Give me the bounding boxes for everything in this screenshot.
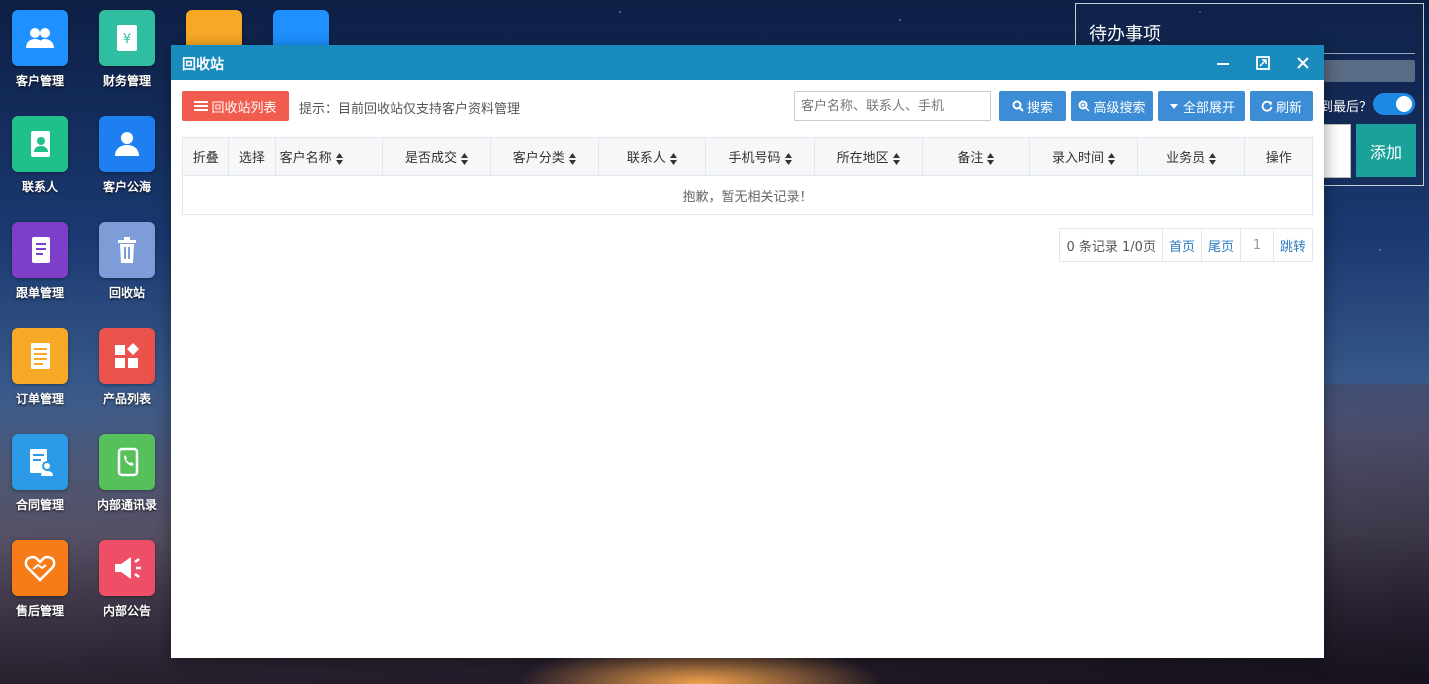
customers-icon — [12, 10, 68, 66]
sort-icon — [568, 152, 576, 165]
orders-icon — [12, 328, 68, 384]
desktop-icon-customers[interactable]: 客户管理 — [0, 10, 80, 89]
list-icon — [194, 101, 209, 111]
pagination: 0 条记录 1/0页 首页 尾页 1 跳转 — [1059, 228, 1313, 262]
column-header-customer-name[interactable]: 客户名称 — [274, 137, 384, 176]
desktop-icon-after-sales[interactable]: 售后管理 — [0, 540, 80, 619]
expand-all-label: 全部展开 — [1182, 100, 1235, 116]
advanced-search-label: 高级搜索 — [1093, 100, 1146, 116]
search-input[interactable] — [794, 91, 991, 121]
column-header-actions: 操作 — [1244, 137, 1313, 176]
hint-text: 提示：目前回收站仅支持客户资料管理 — [299, 102, 521, 117]
desktop-icon-follow-up[interactable]: 跟单管理 — [0, 222, 80, 301]
desktop-icon-label: 联系人 — [21, 180, 58, 194]
sort-icon — [1209, 152, 1217, 165]
desktop-icon-label: 客户公海 — [102, 180, 151, 194]
desktop-icon-label: 跟单管理 — [15, 286, 64, 300]
column-header-select: 选择 — [228, 137, 276, 176]
table-header-row: 折叠 选择 客户名称 是否成交 客户分类 联系人 手机号码 所在地区 备注 录入… — [181, 137, 1313, 176]
desktop-icon-label: 内部公告 — [102, 604, 151, 618]
maximize-icon[interactable] — [1253, 53, 1273, 73]
sort-icon — [461, 152, 469, 165]
desktop-icon-announcements[interactable]: 内部公告 — [87, 540, 167, 619]
window-title: 回收站 — [182, 57, 224, 73]
todo-question: 到最后？ — [1320, 100, 1373, 115]
zoom-in-icon — [1078, 100, 1091, 112]
close-icon[interactable] — [1293, 53, 1313, 73]
recycle-list-button[interactable]: 回收站列表 — [182, 91, 289, 121]
toolbar: 回收站列表 提示：目前回收站仅支持客户资料管理 搜索 高级搜索 全部展开 刷新 — [182, 91, 1313, 123]
desktop-icon-label: 内部通讯录 — [96, 498, 157, 512]
desktop-icon-finance[interactable]: ¥ 财务管理 — [87, 10, 167, 89]
desktop-icon-label: 回收站 — [108, 286, 145, 300]
trash-icon — [99, 222, 155, 278]
advanced-search-button[interactable]: 高级搜索 — [1071, 91, 1153, 121]
last-page-link[interactable]: 尾页 — [1202, 229, 1241, 261]
recycle-bin-window: 回收站 回收站列表 提示：目前回收站仅支持客户资料管理 搜索 高级搜索 全部展开 — [171, 45, 1324, 658]
todo-toggle[interactable] — [1373, 93, 1415, 115]
add-todo-button[interactable]: 添加 — [1356, 124, 1416, 177]
desktop-icon-orders[interactable]: 订单管理 — [0, 328, 80, 407]
sort-icon — [784, 152, 792, 165]
search-button[interactable]: 搜索 — [999, 91, 1066, 121]
desktop-icon-label: 产品列表 — [102, 392, 151, 406]
column-header-category[interactable]: 客户分类 — [489, 137, 599, 176]
todo-input-bar[interactable] — [1324, 60, 1415, 82]
finance-icon: ¥ — [99, 10, 155, 66]
sort-icon — [1108, 152, 1115, 165]
first-page-link[interactable]: 首页 — [1163, 229, 1202, 261]
desktop-icon-label: 合同管理 — [15, 498, 64, 512]
table-empty-row: 抱歉，暂无相关记录！ — [182, 175, 1313, 215]
desktop-icon-contracts[interactable]: 合同管理 — [0, 434, 80, 513]
expand-all-button[interactable]: 全部展开 — [1158, 91, 1245, 121]
minimize-icon[interactable] — [1213, 53, 1233, 73]
column-header-notes[interactable]: 备注 — [921, 137, 1031, 176]
caret-down-icon — [1169, 104, 1178, 109]
search-label: 搜索 — [1026, 100, 1053, 116]
window-header[interactable]: 回收站 — [171, 45, 1324, 80]
desktop-icon-label: 客户管理 — [15, 74, 64, 88]
refresh-button[interactable]: 刷新 — [1250, 91, 1313, 121]
customer-pool-icon — [99, 116, 155, 172]
sort-icon — [892, 152, 900, 165]
desktop-icon-phonebook[interactable]: 内部通讯录 — [87, 434, 167, 513]
desktop-icon-label: 财务管理 — [102, 74, 151, 88]
desktop-icon-recycle-bin[interactable]: 回收站 — [87, 222, 167, 301]
desktop-icon-label: 订单管理 — [15, 392, 64, 406]
contract-icon — [12, 434, 68, 490]
sort-icon — [987, 152, 995, 165]
desktop-icon-customer-pool[interactable]: 客户公海 — [87, 116, 167, 195]
refresh-label: 刷新 — [1275, 100, 1302, 116]
todo-textarea[interactable] — [1324, 124, 1351, 178]
search-icon — [1012, 100, 1024, 112]
refresh-icon — [1261, 100, 1273, 112]
pagination-info: 0 条记录 1/0页 — [1060, 229, 1163, 261]
column-header-deal-closed[interactable]: 是否成交 — [382, 137, 491, 176]
page-number-input[interactable]: 1 — [1241, 229, 1274, 261]
contacts-icon — [12, 116, 68, 172]
phonebook-icon — [99, 434, 155, 490]
sort-icon — [669, 152, 677, 165]
products-icon — [99, 328, 155, 384]
follow-up-icon — [12, 222, 68, 278]
sort-icon — [335, 152, 343, 165]
column-header-salesperson[interactable]: 业务员 — [1136, 137, 1246, 176]
recycle-list-label: 回收站列表 — [211, 99, 277, 115]
after-sales-icon — [12, 540, 68, 596]
desktop-icon-label: 售后管理 — [15, 604, 64, 618]
empty-message: 抱歉，暂无相关记录！ — [182, 175, 1313, 215]
toggle-knob — [1396, 96, 1412, 112]
column-header-phone[interactable]: 手机号码 — [705, 137, 815, 176]
recycle-table: 折叠 选择 客户名称 是否成交 客户分类 联系人 手机号码 所在地区 备注 录入… — [181, 137, 1313, 215]
jump-button[interactable]: 跳转 — [1274, 229, 1312, 261]
announcement-icon — [99, 540, 155, 596]
svg-text:¥: ¥ — [123, 32, 131, 47]
column-header-contact[interactable]: 联系人 — [597, 137, 707, 176]
todo-title: 待办事项 — [1089, 24, 1161, 45]
desktop-icon-contacts[interactable]: 联系人 — [0, 116, 80, 195]
column-header-entry-time[interactable]: 录入时间 — [1029, 137, 1138, 176]
column-header-region[interactable]: 所在地区 — [813, 137, 923, 176]
column-header-collapse: 折叠 — [181, 137, 230, 176]
desktop-icon-products[interactable]: 产品列表 — [87, 328, 167, 407]
